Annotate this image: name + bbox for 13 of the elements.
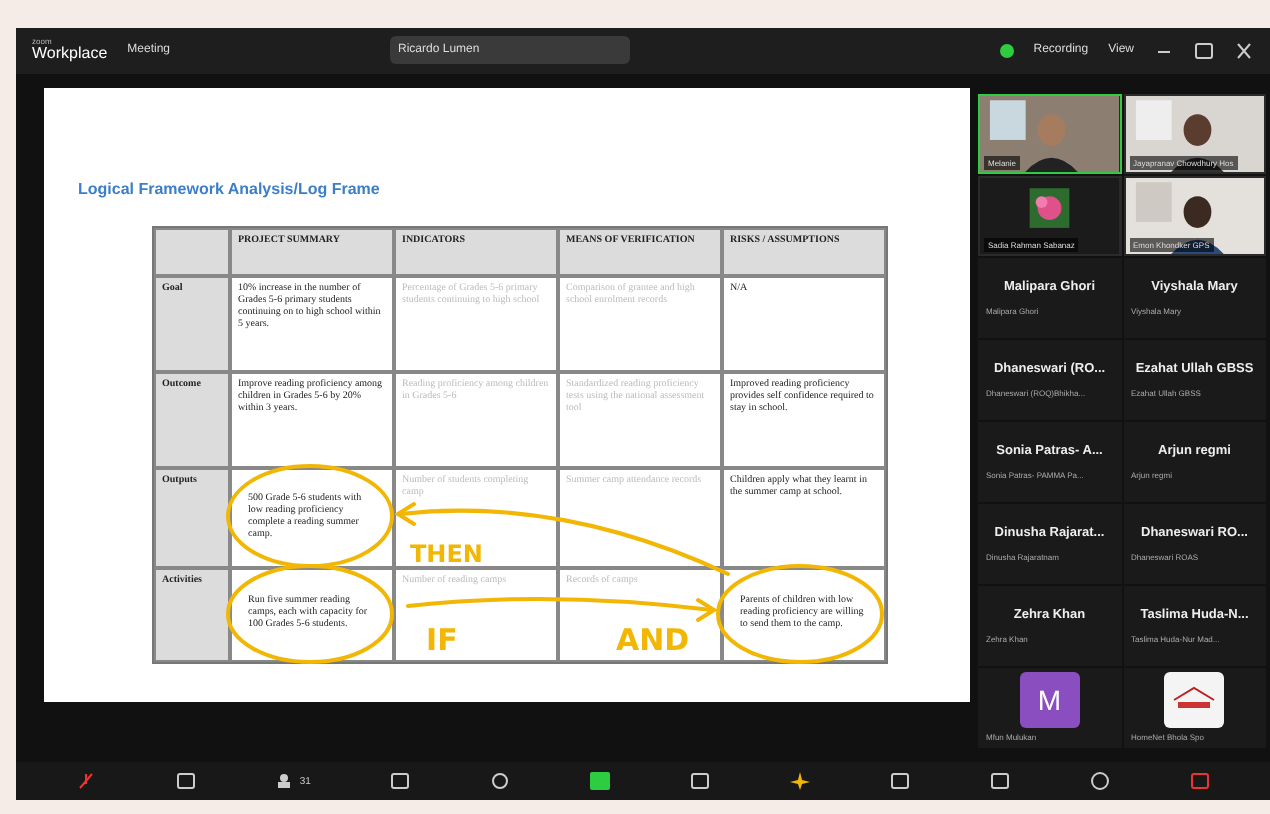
participants-icon[interactable]: [275, 772, 296, 791]
corner-cell: [154, 227, 230, 276]
avatar: M: [1019, 672, 1080, 729]
logo-icon: [1164, 672, 1225, 729]
app-name: Workplace: [32, 46, 108, 63]
ink-text: AND: [616, 621, 690, 658]
close-icon[interactable]: [1234, 41, 1254, 60]
mic-muted-icon[interactable]: [75, 772, 96, 791]
sparkle-icon[interactable]: [790, 772, 811, 791]
ink-text: IF: [426, 621, 458, 658]
ink-text: THEN: [410, 539, 483, 568]
maximize-icon[interactable]: [1194, 41, 1214, 60]
slide-title: Logical Framework Analysis/Log Frame: [78, 179, 380, 198]
